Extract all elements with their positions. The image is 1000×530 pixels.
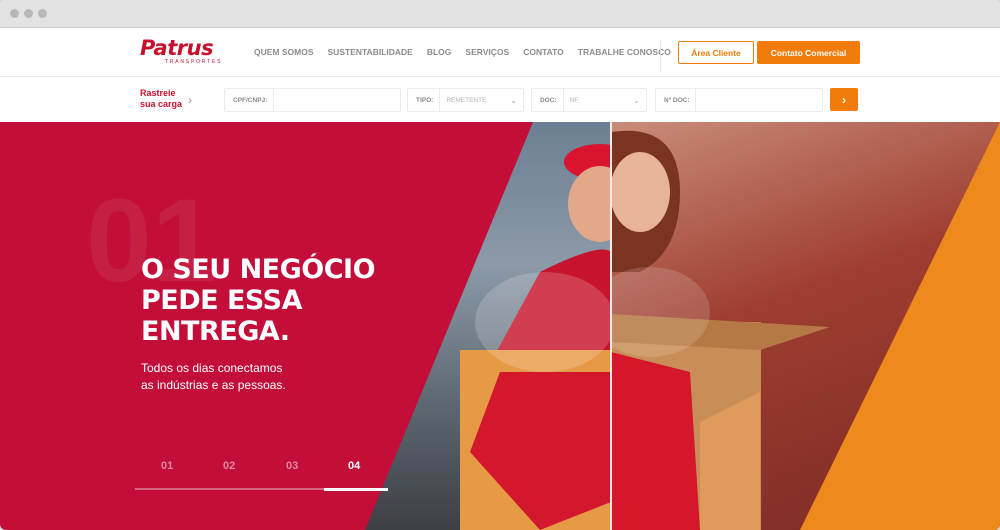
window-dot-minimize[interactable]: [24, 9, 33, 18]
slide-progress-fill: [324, 488, 388, 491]
browser-window: Patrus TRANSPORTES QUEM SOMOS SUSTENTABI…: [0, 0, 1000, 530]
tipo-select[interactable]: REMETENTE: [440, 89, 510, 111]
contato-comercial-button[interactable]: Contato Comercial: [757, 41, 860, 64]
nav-trabalhe-conosco[interactable]: TRABALHE CONOSCO: [578, 47, 671, 57]
tracking-submit-button[interactable]: ›: [830, 88, 858, 111]
tipo-label: TIPO:: [408, 89, 441, 111]
doc-field: DOC: NF ⌄: [531, 88, 647, 112]
hero-subtext: Todos os dias conectamos as indústrias e…: [141, 361, 286, 392]
window-dot-maximize[interactable]: [38, 9, 47, 18]
cpf-label: CPF/CNPJ:: [225, 89, 275, 111]
slide-dot-3[interactable]: 03: [286, 460, 298, 472]
main-nav: QUEM SOMOS SUSTENTABILIDADE BLOG SERVIÇO…: [254, 28, 671, 76]
cpf-input[interactable]: [274, 89, 400, 111]
tipo-field: TIPO: REMETENTE ⌄: [407, 88, 524, 112]
slide-dot-2[interactable]: 02: [223, 460, 235, 472]
area-cliente-button[interactable]: Área Cliente: [678, 41, 754, 64]
site-header: Patrus TRANSPORTES QUEM SOMOS SUSTENTABI…: [0, 28, 1000, 77]
ndoc-label: Nº DOC:: [656, 89, 697, 111]
doc-label: DOC:: [532, 89, 564, 111]
photo-split-line: [610, 122, 612, 530]
logo-wordmark: Patrus: [140, 36, 214, 60]
nav-servicos[interactable]: SERVIÇOS: [465, 47, 509, 57]
tracking-title[interactable]: Rastreie sua carga: [140, 88, 188, 110]
chevron-right-icon[interactable]: ›: [188, 93, 192, 107]
header-divider: [660, 40, 661, 72]
slide-dot-4[interactable]: 04: [348, 460, 360, 472]
nav-contato[interactable]: CONTATO: [523, 47, 564, 57]
doc-select[interactable]: NF: [564, 89, 634, 111]
nav-sustentabilidade[interactable]: SUSTENTABILIDADE: [328, 47, 413, 57]
window-dot-close[interactable]: [10, 9, 19, 18]
hero-headline: O SEU NEGÓCIO PEDE ESSA ENTREGA.: [141, 254, 376, 347]
hero-banner: 01 O SEU NEGÓCIO PEDE ESSA ENTREGA. Todo…: [0, 122, 1000, 530]
ndoc-input[interactable]: [696, 89, 822, 111]
chevron-right-icon: ›: [842, 92, 846, 107]
ndoc-field: Nº DOC:: [655, 88, 823, 112]
tracking-bar: Rastreie sua carga › CPF/CNPJ: TIPO: REM…: [0, 77, 1000, 122]
logo-tagline: TRANSPORTES: [165, 59, 223, 65]
chevron-down-icon[interactable]: ⌄: [510, 96, 523, 105]
chevron-down-icon[interactable]: ⌄: [633, 96, 646, 105]
nav-blog[interactable]: BLOG: [427, 47, 452, 57]
cpf-field: CPF/CNPJ:: [224, 88, 401, 112]
patrus-logo[interactable]: Patrus TRANSPORTES: [140, 36, 222, 65]
slide-dot-1[interactable]: 01: [161, 460, 173, 472]
nav-quem-somos[interactable]: QUEM SOMOS: [254, 47, 314, 57]
browser-chrome: [0, 0, 1000, 28]
